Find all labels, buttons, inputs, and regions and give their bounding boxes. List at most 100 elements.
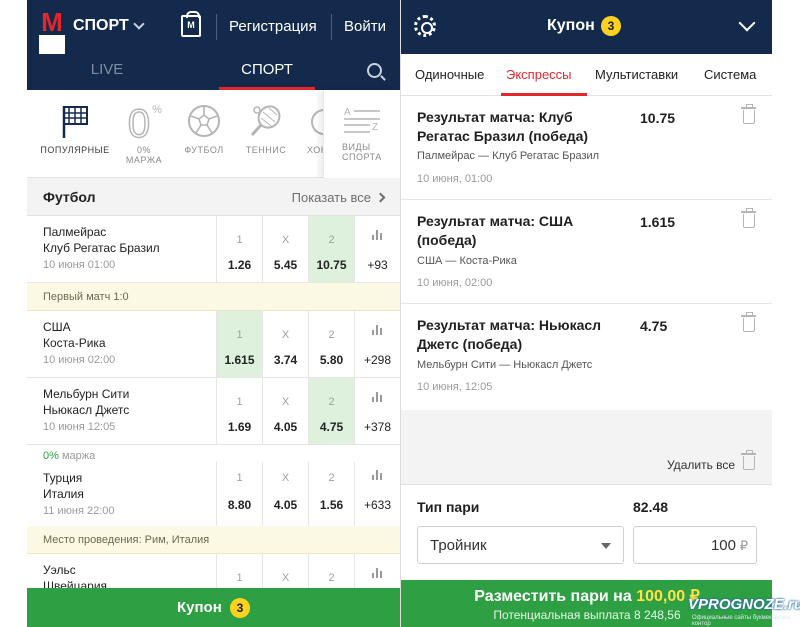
trash-icon[interactable] bbox=[741, 312, 756, 332]
note-text: Место проведения: Рим, Италия bbox=[43, 534, 210, 546]
divider bbox=[331, 14, 332, 40]
odd-away[interactable]: 2 5.80 bbox=[308, 311, 354, 377]
category-football[interactable]: ФУТБОЛ bbox=[179, 90, 229, 178]
odd-away[interactable]: 2 1.56 bbox=[308, 462, 354, 529]
more-markets-button[interactable]: +378 bbox=[354, 378, 400, 444]
more-markets-button[interactable]: +93 bbox=[354, 216, 400, 282]
coupon-panel: Купон 3 Одиночные Экспрессы Мультиставки… bbox=[400, 0, 772, 627]
mbet-logo[interactable]: M BET bbox=[39, 9, 65, 139]
tab-multibets[interactable]: Мультиставки bbox=[595, 67, 678, 82]
odd-head: 1 bbox=[236, 572, 243, 584]
more-markets-count: +93 bbox=[367, 258, 388, 272]
odd-draw[interactable]: X 4.05 bbox=[262, 378, 308, 444]
stake-value: 100 bbox=[710, 537, 736, 554]
match-teams: Турция Италия 11 июня 22:00 bbox=[43, 470, 213, 518]
register-link[interactable]: Регистрация bbox=[229, 18, 317, 35]
coupon-count-badge: 3 bbox=[601, 16, 621, 36]
category-label: 0% МАРЖА bbox=[125, 145, 163, 165]
currency-symbol: ₽ bbox=[739, 538, 748, 553]
bet-coefficient: 4.75 bbox=[640, 318, 668, 334]
delete-all-button[interactable]: Удалить все bbox=[667, 458, 735, 472]
match-date: 10 июня 12:05 bbox=[43, 421, 116, 433]
team-home: Мельбурн Сити bbox=[43, 387, 130, 401]
more-markets-count: +378 bbox=[363, 420, 392, 434]
match-row[interactable]: Турция Италия 11 июня 22:00 1 8.80 X 4.05 … bbox=[27, 462, 400, 530]
tab-system[interactable]: Система bbox=[704, 67, 756, 82]
match-row[interactable]: Мельбурн Сити Ньюкасл Джетс 10 июня 12:0… bbox=[27, 378, 400, 445]
more-markets-button[interactable]: +298 bbox=[354, 311, 400, 377]
chevron-down-icon[interactable] bbox=[738, 14, 756, 32]
odd-head: X bbox=[281, 472, 290, 484]
bet-date: 10 июня, 01:00 bbox=[417, 173, 493, 185]
odd-draw[interactable]: X 5.45 bbox=[262, 216, 308, 282]
category-popular[interactable]: ПОПУЛЯРНЫЕ bbox=[35, 90, 115, 178]
sport-menu-dropdown[interactable]: СПОРТ bbox=[73, 17, 145, 35]
tab-singles[interactable]: Одиночные bbox=[415, 67, 484, 82]
bet-teams: США — Коста-Рика bbox=[417, 255, 517, 267]
match-date: 11 июня 22:00 bbox=[43, 505, 115, 517]
odd-draw[interactable]: X 4.05 bbox=[262, 462, 308, 529]
match-note: Место проведения: Рим, Италия bbox=[27, 526, 400, 554]
odd-away[interactable]: 2 10.75 bbox=[308, 216, 354, 282]
divider bbox=[216, 14, 217, 40]
match-note: Первый матч 1:0 bbox=[27, 283, 400, 311]
bet-type-value: Тройник bbox=[430, 537, 487, 554]
bet-title: Результат матча: Клуб Регатас Бразил (по… bbox=[417, 109, 589, 144]
trash-icon[interactable] bbox=[741, 450, 756, 470]
section-title: Футбол bbox=[43, 189, 96, 205]
category-all-sports[interactable]: A Z ВИДЫ СПОРТА bbox=[323, 90, 400, 178]
category-tennis[interactable]: ТЕННИС bbox=[239, 90, 293, 178]
coupon-header: Купон 3 bbox=[401, 0, 772, 54]
category-label: ФУТБОЛ bbox=[184, 145, 224, 155]
match-teams: Мельбурн Сити Ньюкасл Джетс 10 июня 12:0… bbox=[43, 386, 213, 434]
category-zero-margin[interactable]: 0 % 0% МАРЖА bbox=[119, 90, 169, 178]
zero-percent-icon: 0 % bbox=[126, 100, 162, 147]
tennis-racket-icon bbox=[249, 104, 283, 143]
sport-menu-label: СПОРТ bbox=[73, 17, 129, 34]
gear-icon[interactable] bbox=[414, 15, 436, 37]
coupon-open-button[interactable]: Купон 3 bbox=[27, 588, 400, 627]
odd-home[interactable]: 1 1.26 bbox=[216, 216, 262, 282]
watermark-text: VPROGNOZE.ru bbox=[688, 596, 800, 613]
margin-word: маржа bbox=[61, 450, 96, 462]
odd-home[interactable]: 1 8.80 bbox=[216, 462, 262, 529]
sport-categories: ПОПУЛЯРНЫЕ 0 % 0% МАРЖА ФУТБОЛ ТЕННИС ХО… bbox=[27, 90, 400, 178]
tab-sport[interactable]: СПОРТ bbox=[187, 54, 347, 90]
match-date: 10 июня 01:00 bbox=[43, 259, 116, 271]
login-link[interactable]: Войти bbox=[344, 18, 386, 35]
coupon-count-badge: 3 bbox=[230, 598, 250, 618]
odd-head: 1 bbox=[236, 234, 243, 246]
bet-title: Результат матча: США (победа) bbox=[417, 213, 574, 248]
bet-type-select[interactable]: Тройник bbox=[417, 526, 624, 564]
match-row[interactable]: Палмейрас Клуб Регатас Бразил 10 июня 01… bbox=[27, 216, 400, 283]
odd-draw[interactable]: X 3.74 bbox=[262, 311, 308, 377]
bet-item: Результат матча: Клуб Регатас Бразил (по… bbox=[401, 96, 772, 200]
tab-live[interactable]: LIVE bbox=[27, 54, 187, 90]
odd-home[interactable]: 1 1.615 bbox=[216, 311, 262, 377]
team-home: Уэльс bbox=[43, 563, 76, 577]
margin-percent: 0% bbox=[43, 450, 59, 462]
team-home: США bbox=[43, 320, 71, 334]
odd-home[interactable]: 1 1.69 bbox=[216, 378, 262, 444]
category-label: ВИДЫ СПОРТА bbox=[342, 142, 382, 162]
odd-head: 2 bbox=[328, 572, 335, 584]
stake-input[interactable]: 100 ₽ bbox=[633, 526, 757, 564]
bet-item: Результат матча: США (победа) 1.615 США … bbox=[401, 200, 772, 304]
team-away: Коста-Рика bbox=[43, 336, 106, 350]
trash-icon[interactable] bbox=[741, 104, 756, 124]
svg-text:%: % bbox=[152, 104, 162, 116]
gift-icon[interactable]: M bbox=[181, 11, 201, 37]
odd-away[interactable]: 2 4.75 bbox=[308, 378, 354, 444]
category-label: ТЕННИС bbox=[245, 145, 287, 155]
search-icon[interactable] bbox=[367, 63, 382, 78]
show-all-link[interactable]: Показать все bbox=[292, 190, 386, 205]
tab-express[interactable]: Экспрессы bbox=[506, 67, 572, 82]
match-row[interactable]: США Коста-Рика 10 июня 02:00 1 1.615 X 3.7… bbox=[27, 311, 400, 378]
bet-title: Результат матча: Ньюкасл Джетс (победа) bbox=[417, 317, 602, 352]
category-label: ПОПУЛЯРНЫЕ bbox=[40, 145, 110, 155]
odd-value: 4.05 bbox=[273, 498, 298, 512]
trash-icon[interactable] bbox=[741, 208, 756, 228]
watermark-subtext: Официальные сайты букмекерских контор bbox=[692, 615, 791, 627]
odd-head: 2 bbox=[328, 329, 335, 341]
more-markets-button[interactable]: +633 bbox=[354, 462, 400, 529]
